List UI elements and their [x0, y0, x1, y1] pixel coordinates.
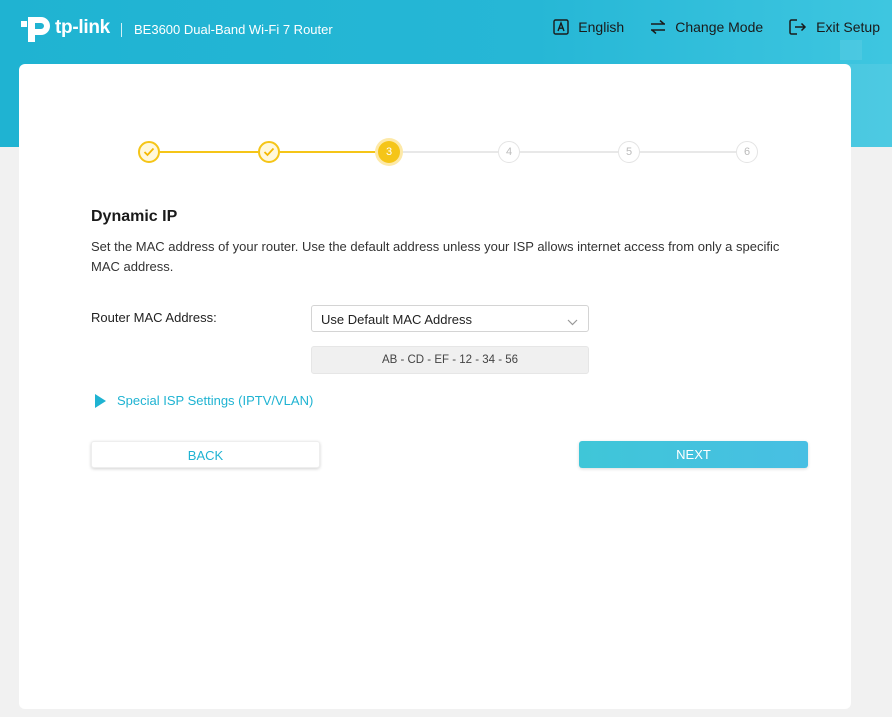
chevron-down-icon [567, 314, 578, 329]
next-button[interactable]: NEXT [579, 441, 808, 468]
change-mode-label: Change Mode [675, 19, 764, 35]
page-description: Set the MAC address of your router. Use … [91, 239, 780, 274]
step-5: 5 [618, 141, 640, 163]
step-connector [400, 151, 498, 153]
step-6: 6 [736, 141, 758, 163]
step-4: 4 [498, 141, 520, 163]
header-divider [121, 23, 122, 37]
step-connector [640, 151, 736, 153]
language-label: English [578, 19, 625, 35]
expand-triangle-icon [95, 393, 106, 408]
step-3-active: 3 [378, 141, 400, 163]
exit-setup-label: Exit Setup [816, 19, 880, 35]
back-button[interactable]: BACK [91, 441, 320, 468]
router-model: BE3600 Dual-Band Wi-Fi 7 Router [134, 22, 333, 37]
tp-link-logo-icon [21, 17, 50, 42]
mac-address-select-value: Use Default MAC Address [321, 312, 473, 327]
mac-address-label: Router MAC Address: [91, 310, 217, 325]
check-icon [143, 147, 155, 157]
top-actions: English Change Mode Exit Setup [527, 19, 880, 35]
change-mode-button[interactable]: Change Mode [650, 19, 763, 35]
page-title: Dynamic IP [91, 208, 178, 225]
language-button[interactable]: English [553, 19, 624, 35]
step-connector [280, 151, 378, 153]
step-connector [160, 151, 258, 153]
step-connector [520, 151, 618, 153]
brand-name: tp-link [55, 17, 110, 38]
progress-stepper: 3 4 5 6 [19, 64, 851, 264]
setup-card: 3 4 5 6 Dynamic IP Set the MAC address o… [19, 64, 851, 709]
tp-link-logo[interactable]: tp-link [18, 11, 110, 45]
exit-setup-icon [789, 19, 807, 35]
mac-address-select[interactable]: Use Default MAC Address [311, 305, 589, 332]
check-icon [263, 147, 275, 157]
step-2-done [258, 141, 280, 163]
special-isp-settings-label: Special ISP Settings (IPTV/VLAN) [117, 393, 314, 408]
mac-address-value: AB - CD - EF - 12 - 34 - 56 [311, 346, 589, 374]
special-isp-settings-toggle[interactable]: Special ISP Settings (IPTV/VLAN) [95, 393, 313, 408]
language-icon [553, 19, 569, 35]
step-1-done [138, 141, 160, 163]
exit-setup-button[interactable]: Exit Setup [789, 19, 880, 35]
top-bar: tp-link BE3600 Dual-Band Wi-Fi 7 Router … [0, 0, 892, 60]
change-mode-icon [650, 20, 666, 34]
